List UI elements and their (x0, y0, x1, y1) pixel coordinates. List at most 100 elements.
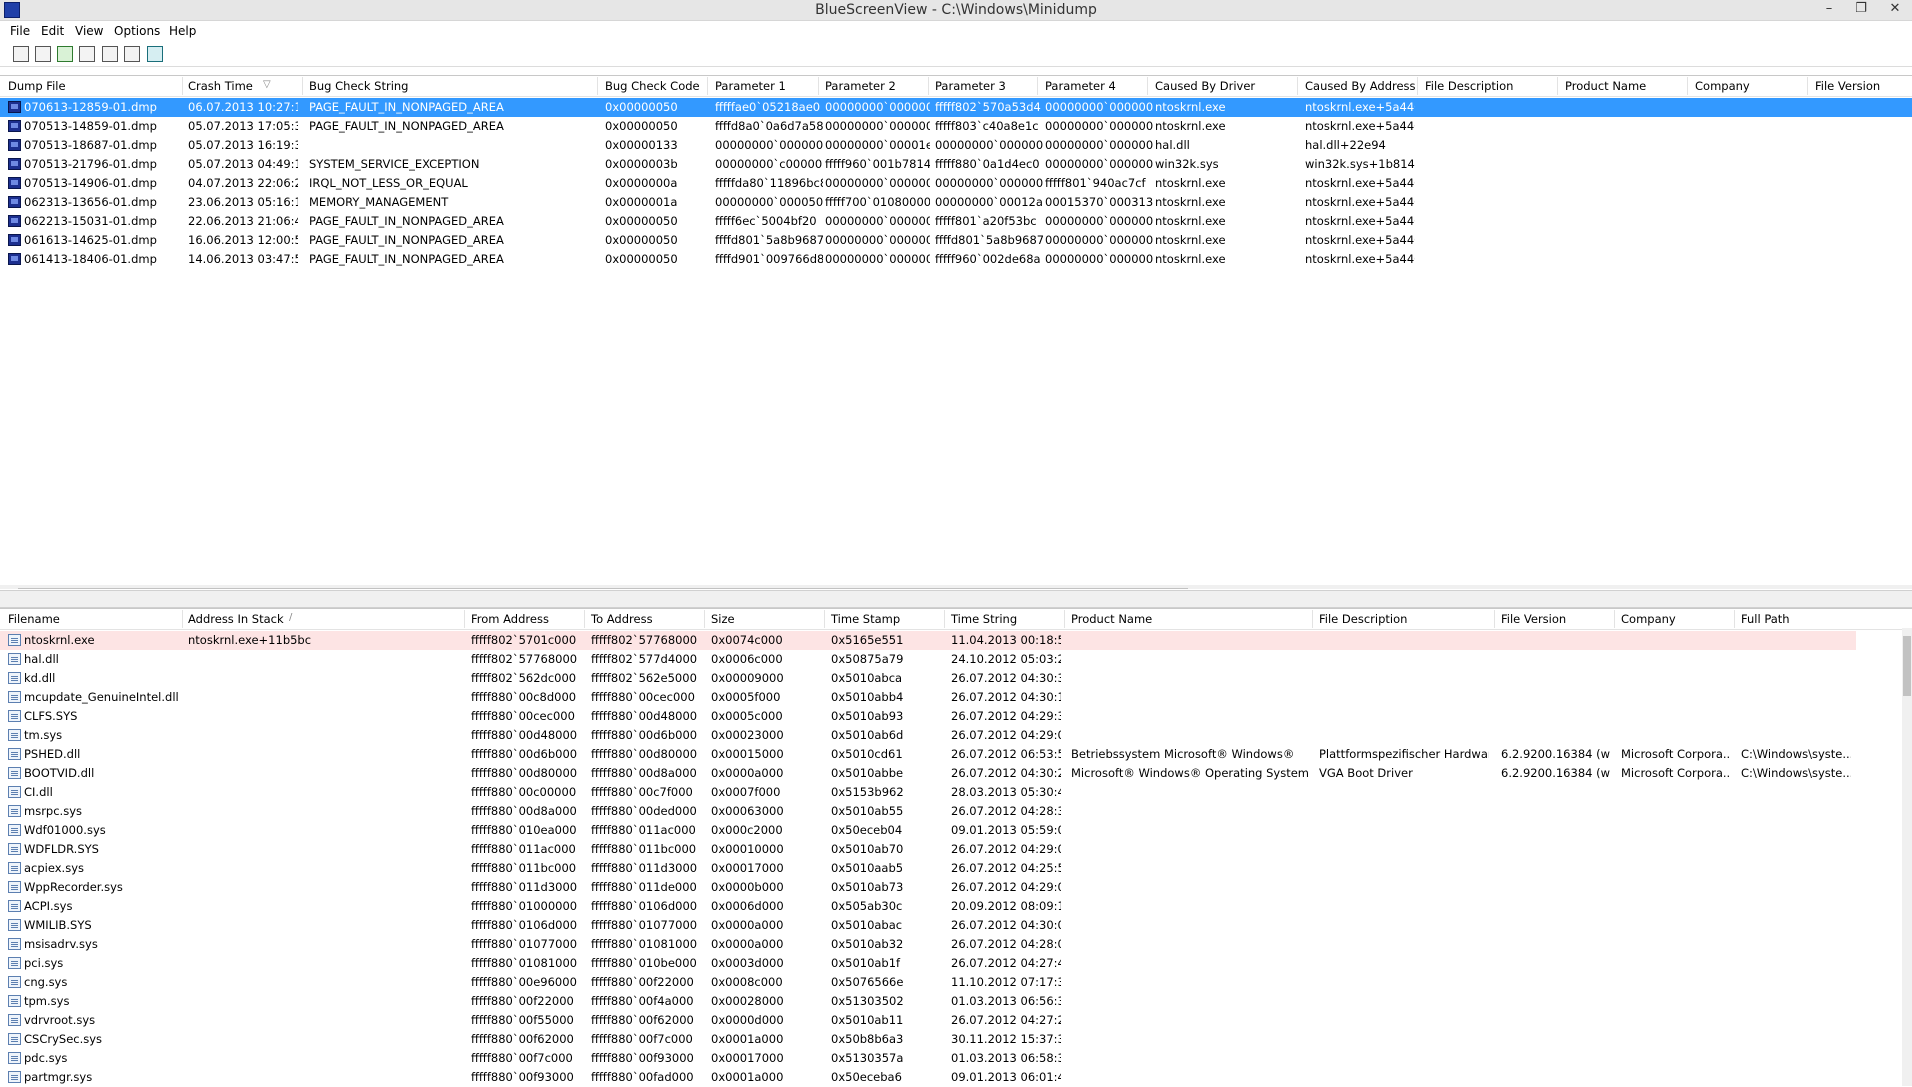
table-cell: kd.dll (24, 671, 56, 685)
minimize-button[interactable]: – (1812, 0, 1846, 18)
list-item[interactable]: ACPI.sys fffff880`01000000 fffff880`0106d0… (0, 897, 1912, 916)
copy-icon[interactable] (79, 46, 95, 62)
close-button[interactable]: ✕ (1878, 0, 1912, 18)
save-icon[interactable] (35, 46, 51, 62)
table-cell: fffff880`011ac000 (591, 823, 696, 837)
column-parameter-4[interactable]: Parameter 4 (1045, 79, 1116, 93)
table-row[interactable]: 070513-14859-01.dmp 05.07.2013 17:05:36 PA… (0, 117, 1912, 136)
list-item[interactable]: WMILIB.SYS fffff880`0106d000 fffff880`0107… (0, 916, 1912, 935)
table-cell: fffff880`00f62000 (471, 1032, 574, 1046)
column-company[interactable]: Company (1621, 612, 1676, 626)
properties-icon[interactable] (102, 46, 118, 62)
column-file-version[interactable]: File Version (1815, 79, 1880, 93)
table-cell: 00000000`c00000... (715, 157, 823, 171)
list-item[interactable]: CLFS.SYS fffff880`00cec000 fffff880`00d480… (0, 707, 1912, 726)
column-size[interactable]: Size (711, 612, 735, 626)
list-item[interactable]: acpiex.sys fffff880`011bc000 fffff880`011d… (0, 859, 1912, 878)
column-product-name[interactable]: Product Name (1071, 612, 1152, 626)
table-cell: 05.07.2013 16:19:38 (188, 138, 298, 152)
menu-help[interactable]: Help (169, 24, 196, 38)
horizontal-scrollbar[interactable]: < > (0, 585, 1912, 589)
table-cell: ntoskrnl.exe (1155, 214, 1226, 228)
scroll-left-icon[interactable]: < (5, 586, 14, 589)
column-dump-file[interactable]: Dump File (8, 79, 66, 93)
column-parameter-1[interactable]: Parameter 1 (715, 79, 786, 93)
list-item[interactable]: CI.dll fffff880`00c00000 fffff880`00c7f000… (0, 783, 1912, 802)
table-cell: win32k.sys+1b814 (1305, 157, 1415, 171)
column-file-version[interactable]: File Version (1501, 612, 1566, 626)
list-item[interactable]: cng.sys fffff880`00e96000 fffff880`00f2200… (0, 973, 1912, 992)
column-from-address[interactable]: From Address (471, 612, 549, 626)
sort-ascending-icon: / (289, 612, 293, 623)
scroll-thumb[interactable] (18, 588, 1188, 589)
list-item[interactable]: mcupdate_GenuineIntel.dll fffff880`00c8d0… (0, 688, 1912, 707)
list-item[interactable]: kd.dll fffff802`562dc000 fffff802`562e5000… (0, 669, 1912, 688)
menu-edit[interactable]: Edit (41, 24, 64, 38)
column-to-address[interactable]: To Address (591, 612, 653, 626)
column-file-description[interactable]: File Description (1425, 79, 1513, 93)
column-filename[interactable]: Filename (8, 612, 60, 626)
list-item[interactable]: pci.sys fffff880`01081000 fffff880`010be00… (0, 954, 1912, 973)
table-row[interactable]: 070513-18687-01.dmp 05.07.2013 16:19:38 0x… (0, 136, 1912, 155)
column-full-path[interactable]: Full Path (1741, 612, 1790, 626)
list-item[interactable]: CSCrySec.sys fffff880`00f62000 fffff880`00… (0, 1030, 1912, 1049)
column-parameter-2[interactable]: Parameter 2 (825, 79, 896, 93)
exit-icon[interactable] (147, 46, 163, 62)
column-caused-by-driver[interactable]: Caused By Driver (1155, 79, 1255, 93)
vertical-scrollbar[interactable] (1902, 628, 1912, 1086)
list-item[interactable]: Wdf01000.sys fffff880`010ea000 fffff880`01… (0, 821, 1912, 840)
column-product-name[interactable]: Product Name (1565, 79, 1646, 93)
table-cell: Plattformspezifischer Hardwar... (1319, 747, 1489, 761)
driver-file-icon (8, 862, 21, 874)
table-cell: ffffd801`5a8b9687 (715, 233, 823, 247)
table-cell: 070513-14859-01.dmp (24, 119, 157, 133)
find-icon[interactable] (124, 46, 140, 62)
list-item[interactable]: msisadrv.sys fffff880`01077000 fffff880`01… (0, 935, 1912, 954)
list-item[interactable]: tm.sys fffff880`00d48000 fffff880`00d6b000… (0, 726, 1912, 745)
menu-options[interactable]: Options (114, 24, 160, 38)
table-row[interactable]: 062213-15031-01.dmp 22.06.2013 21:06:46 PA… (0, 212, 1912, 231)
column-crash-time[interactable]: Crash Time (188, 79, 253, 93)
column-time-stamp[interactable]: Time Stamp (831, 612, 900, 626)
column-caused-by-address[interactable]: Caused By Address (1305, 79, 1416, 93)
menu-view[interactable]: View (75, 24, 103, 38)
list-item[interactable]: msrpc.sys fffff880`00d8a000 fffff880`00ded… (0, 802, 1912, 821)
list-item[interactable]: WppRecorder.sys fffff880`011d3000 fffff880… (0, 878, 1912, 897)
column-time-string[interactable]: Time String (951, 612, 1017, 626)
list-item[interactable]: BOOTVID.dll fffff880`00d80000 fffff880`00d… (0, 764, 1912, 783)
table-row[interactable]: 062313-13656-01.dmp 23.06.2013 05:16:16 ME… (0, 193, 1912, 212)
list-item[interactable]: partmgr.sys fffff880`00f93000 fffff880`00f… (0, 1068, 1912, 1087)
table-row[interactable]: 070613-12859-01.dmp 06.07.2013 10:27:10 PA… (0, 98, 1912, 117)
open-icon[interactable] (13, 46, 29, 62)
list-item[interactable]: tpm.sys fffff880`00f22000 fffff880`00f4a00… (0, 992, 1912, 1011)
table-cell: 01.03.2013 06:56:34 (951, 994, 1061, 1008)
column-file-description[interactable]: File Description (1319, 612, 1407, 626)
table-row[interactable]: 070513-21796-01.dmp 05.07.2013 04:49:19 SY… (0, 155, 1912, 174)
vertical-scroll-thumb[interactable] (1903, 636, 1911, 696)
list-item[interactable]: ntoskrnl.exe ntoskrnl.exe+11b5bc fffff802`… (0, 631, 1856, 650)
table-cell: 0x50875a79 (831, 652, 904, 666)
pane-splitter[interactable] (0, 590, 1912, 608)
list-item[interactable]: hal.dll fffff802`57768000 fffff802`577d400… (0, 650, 1912, 669)
driver-file-icon (8, 1071, 21, 1083)
menu-file[interactable]: File (10, 24, 30, 38)
table-row[interactable]: 070513-14906-01.dmp 04.07.2013 22:06:26 IR… (0, 174, 1912, 193)
table-cell: 0x50eceb04 (831, 823, 903, 837)
list-item[interactable]: vdrvroot.sys fffff880`00f55000 fffff880`00… (0, 1011, 1912, 1030)
list-item[interactable]: PSHED.dll fffff880`00d6b000 fffff880`00d80… (0, 745, 1912, 764)
column-company[interactable]: Company (1695, 79, 1750, 93)
list-item[interactable]: WDFLDR.SYS fffff880`011ac000 fffff880`011b… (0, 840, 1912, 859)
table-cell: fffff802`562e5000 (591, 671, 697, 685)
column-bug-check-string[interactable]: Bug Check String (309, 79, 409, 93)
table-row[interactable]: 061413-18406-01.dmp 14.06.2013 03:47:50 PA… (0, 250, 1912, 269)
scroll-right-icon[interactable]: > (1900, 586, 1909, 589)
refresh-icon[interactable] (57, 46, 73, 62)
restore-button[interactable]: ❐ (1844, 0, 1878, 18)
table-cell: fffff880`00c7f000 (591, 785, 693, 799)
column-bug-check-code[interactable]: Bug Check Code (605, 79, 700, 93)
column-address-in-stack[interactable]: Address In Stack (188, 612, 284, 626)
list-item[interactable]: pdc.sys fffff880`00f7c000 fffff880`00f9300… (0, 1049, 1912, 1068)
table-cell: 26.07.2012 04:30:22 (951, 766, 1061, 780)
table-row[interactable]: 061613-14625-01.dmp 16.06.2013 12:00:59 PA… (0, 231, 1912, 250)
column-parameter-3[interactable]: Parameter 3 (935, 79, 1006, 93)
